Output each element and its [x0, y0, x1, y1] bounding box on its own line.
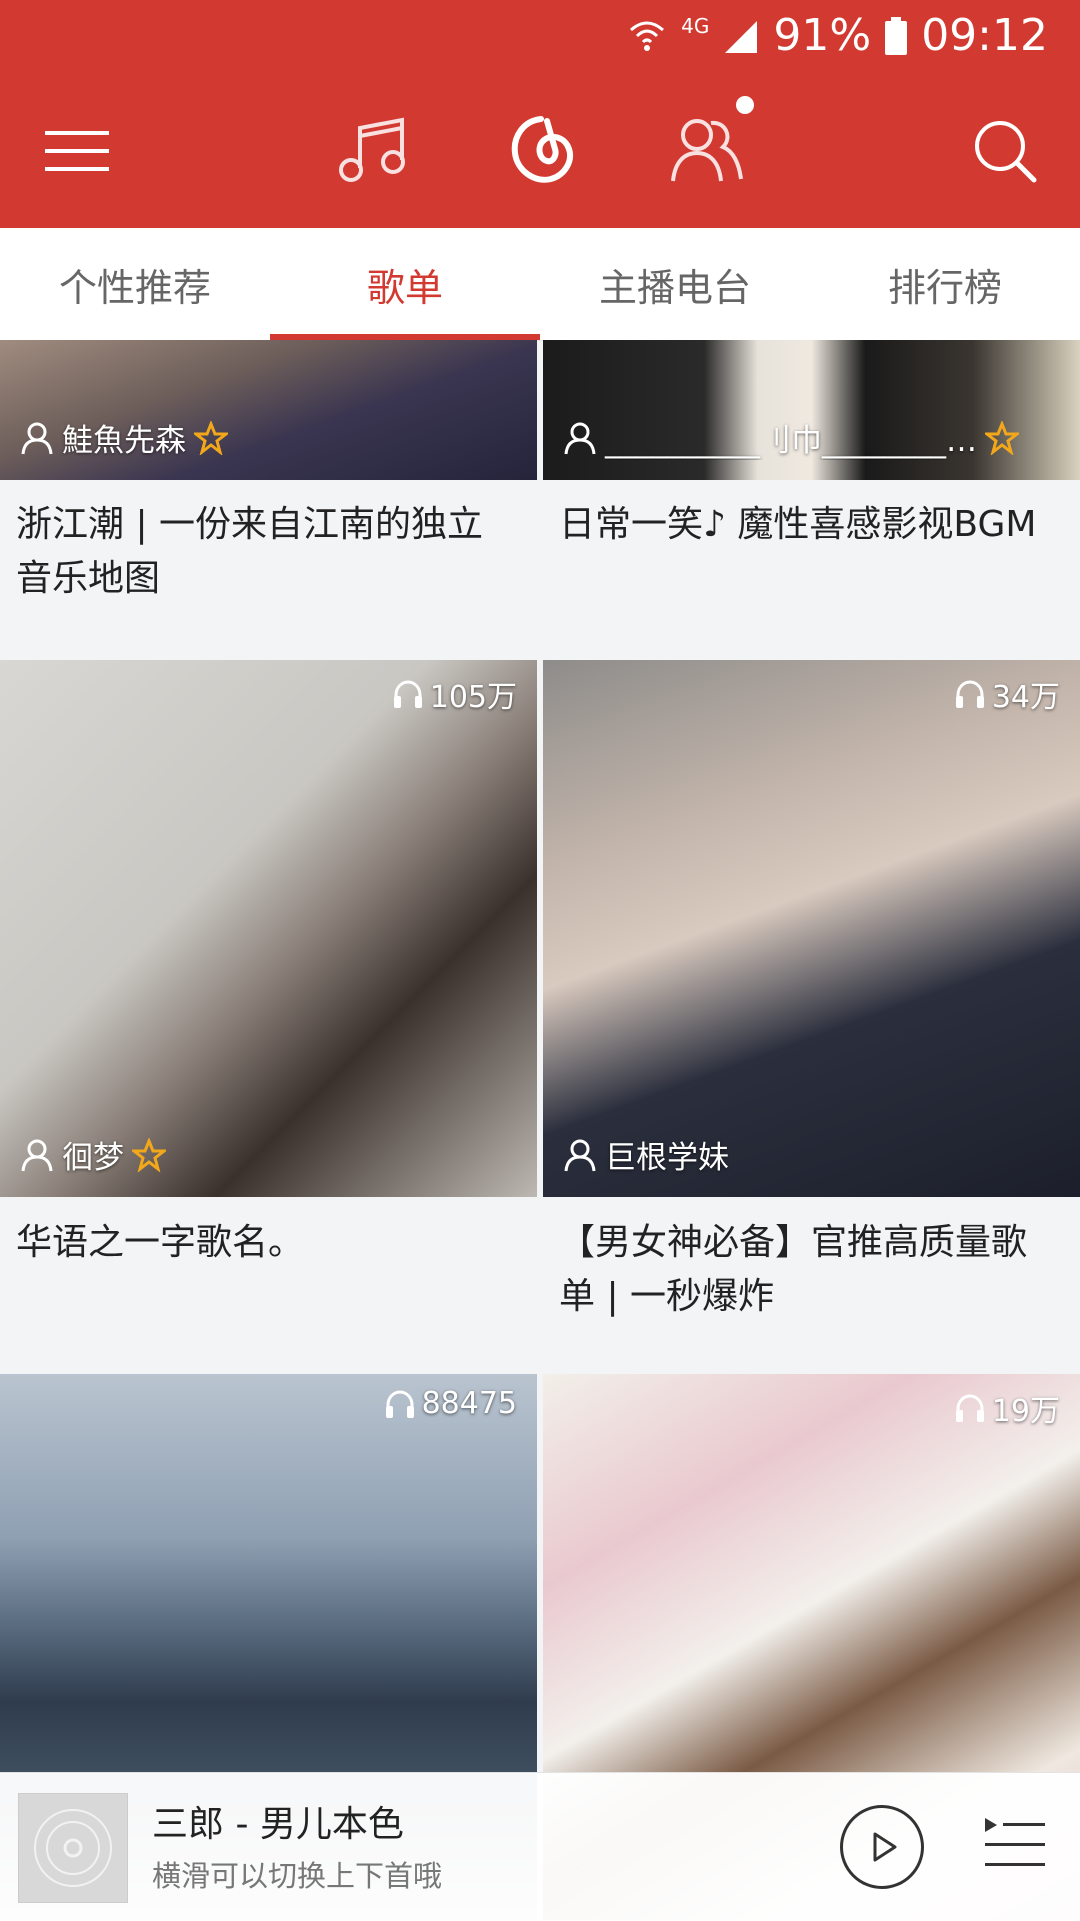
play-count-value: 105万 — [429, 680, 517, 715]
play-count: 88475 — [384, 1386, 517, 1421]
headphones-icon — [393, 680, 422, 708]
star-icon — [985, 420, 1019, 455]
star-icon — [132, 1137, 166, 1172]
queue-list-icon — [985, 1818, 1045, 1866]
now-playing-title: 三郎 - 男儿本色 — [152, 1804, 404, 1845]
hamburger-menu-icon — [45, 131, 109, 171]
headphones-icon — [385, 1389, 414, 1418]
headphones-icon — [955, 680, 984, 708]
battery-icon — [885, 16, 908, 55]
network-type: 4G — [681, 13, 710, 38]
clock: 09:12 — [921, 10, 1048, 61]
friends-button[interactable] — [652, 74, 762, 228]
user-icon — [21, 422, 53, 454]
play-count-value: 19万 — [991, 1394, 1060, 1429]
playlist-card[interactable]: 鮭魚先森 浙江潮 | 一份来自江南的独立音乐地图 — [0, 340, 537, 660]
play-count-value: 88475 — [421, 1386, 517, 1421]
user-icon — [564, 422, 596, 454]
playlist-card[interactable]: 105万 徊梦 华语之一字歌名。 — [0, 660, 537, 1374]
my-music-button[interactable] — [318, 74, 428, 228]
tab-charts[interactable]: 排行榜 — [810, 228, 1080, 340]
wifi-icon — [630, 21, 665, 51]
creator-label: __________刂巾________… — [563, 415, 1019, 460]
discover-button[interactable] — [486, 74, 596, 228]
music-note-icon — [339, 117, 405, 182]
play-count: 19万 — [954, 1386, 1060, 1430]
playlist-title[interactable]: 日常一笑♪ 魔性喜感影视BGM — [559, 498, 1062, 552]
creator-name: 徊梦 — [62, 1140, 124, 1176]
play-button[interactable] — [840, 1805, 924, 1889]
playlist-cover[interactable]: __________刂巾________… — [543, 340, 1080, 480]
battery-percent: 91% — [773, 10, 872, 61]
playlist-title[interactable]: 浙江潮 | 一份来自江南的独立音乐地图 — [16, 498, 519, 606]
creator-label: 巨根学妹 — [563, 1132, 729, 1177]
creator-name: 巨根学妹 — [605, 1140, 729, 1176]
mini-player[interactable]: 三郎 - 男儿本色 横滑可以切换上下首哦 — [0, 1772, 1080, 1921]
creator-name: 鮭魚先森 — [62, 423, 186, 459]
status-bar: 4G 91% 09:12 — [0, 0, 1080, 74]
playlist-card[interactable]: __________刂巾________… 日常一笑♪ 魔性喜感影视BGM — [543, 340, 1080, 660]
user-icon — [564, 1139, 596, 1171]
playlist-cover[interactable]: 鮭魚先森 — [0, 340, 537, 480]
creator-name: __________刂巾________… — [605, 423, 977, 459]
search-button[interactable] — [950, 74, 1060, 228]
playlist-cover[interactable]: 34万 巨根学妹 — [543, 660, 1080, 1197]
play-icon — [873, 1832, 897, 1862]
playlist-grid: 鮭魚先森 浙江潮 | 一份来自江南的独立音乐地图 __________刂巾___… — [0, 340, 1080, 1920]
status-icons: 4G 91% 09:12 — [627, 10, 1048, 61]
creator-label: 鮭魚先森 — [20, 415, 228, 460]
notification-dot — [736, 96, 754, 114]
swipe-hint: 横滑可以切换上下首哦 — [152, 1859, 443, 1893]
creator-label: 徊梦 — [20, 1132, 166, 1177]
playlist-title[interactable]: 【男女神必备】官推高质量歌单 | 一秒爆炸 — [559, 1216, 1062, 1324]
play-count-value: 34万 — [991, 680, 1060, 715]
category-tabs: 个性推荐 歌单 主播电台 排行榜 — [0, 228, 1080, 341]
headphones-icon — [955, 1394, 984, 1422]
disc-icon — [34, 1809, 112, 1887]
signal-icon — [725, 20, 758, 53]
playlist-queue-button[interactable] — [980, 1809, 1050, 1879]
friends-icon — [671, 119, 743, 182]
search-icon — [975, 121, 1037, 183]
playlist-card[interactable]: 34万 巨根学妹 【男女神必备】官推高质量歌单 | 一秒爆炸 — [543, 660, 1080, 1374]
user-icon — [21, 1139, 53, 1171]
playlist-cover[interactable]: 105万 徊梦 — [0, 660, 537, 1197]
menu-button[interactable] — [22, 74, 132, 228]
play-count: 34万 — [954, 672, 1060, 716]
tab-radio[interactable]: 主播电台 — [540, 228, 810, 340]
netease-logo-icon — [511, 116, 573, 183]
album-thumbnail[interactable] — [18, 1793, 128, 1903]
playlist-title[interactable]: 华语之一字歌名。 — [16, 1216, 519, 1270]
star-icon — [194, 420, 228, 455]
play-count: 105万 — [392, 672, 517, 716]
tab-playlists[interactable]: 歌单 — [270, 228, 540, 340]
tab-personal-recommend[interactable]: 个性推荐 — [0, 228, 270, 340]
top-bar — [0, 74, 1080, 228]
